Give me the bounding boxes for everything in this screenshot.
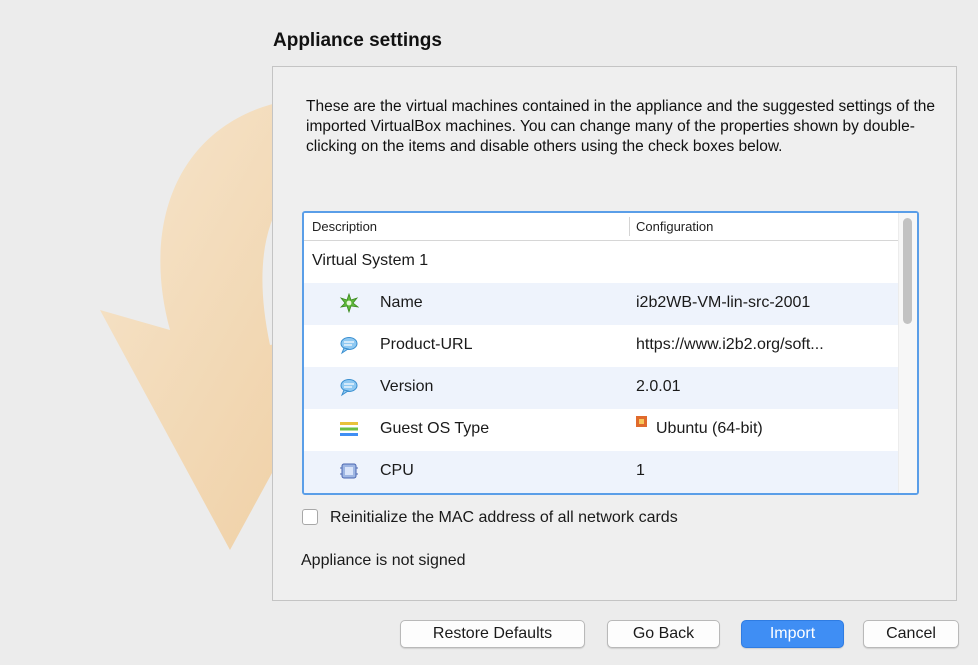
appliance-settings-tree[interactable]: Description Configuration Virtual System… [302,211,919,495]
row-value: https://www.i2b2.org/soft... [636,336,824,353]
row-label: Product-URL [380,336,473,353]
row-value: Ubuntu (64-bit) [656,420,763,437]
restore-defaults-button[interactable]: Restore Defaults [400,620,585,648]
cancel-button[interactable]: Cancel [863,620,959,648]
tree-row-version[interactable]: Version 2.0.01 [304,367,899,409]
row-label: Guest OS Type [380,420,490,437]
row-label: Name [380,294,423,311]
go-back-button[interactable]: Go Back [607,620,720,648]
reinitialize-mac-label[interactable]: Reinitialize the MAC address of all netw… [330,509,678,527]
row-value: 1 [636,462,645,479]
speech-bubble-icon [340,379,358,397]
column-header-configuration[interactable]: Configuration [636,219,713,234]
reinitialize-mac-checkbox[interactable] [302,509,318,525]
description-text: These are the virtual machines contained… [306,98,936,155]
row-label: CPU [380,462,414,479]
tree-row-guest-os-type[interactable]: Guest OS Type Ubuntu (64-bit) [304,409,899,451]
row-value: i2b2WB-VM-lin-src-2001 [636,294,811,311]
ubuntu-icon [636,416,647,427]
tree-header: Description Configuration [304,213,917,241]
page-title: Appliance settings [273,30,442,51]
tree-row-product-url[interactable]: Product-URL https://www.i2b2.org/soft... [304,325,899,367]
column-header-description[interactable]: Description [312,219,377,234]
tree-row-virtual-system[interactable]: Virtual System 1 [304,241,899,283]
tree-row-cpu[interactable]: CPU 1 [304,451,899,493]
column-divider [629,217,630,236]
row-label: Virtual System 1 [312,252,429,269]
row-value: 2.0.01 [636,378,681,395]
os-type-icon [340,422,358,436]
name-icon [339,293,359,313]
cpu-icon [340,463,358,479]
speech-bubble-icon [340,337,358,355]
scrollbar-thumb[interactable] [903,218,912,324]
row-label: Version [380,378,434,395]
tree-rows: Virtual System 1 Name i2b2WB-VM-lin-src-… [304,241,899,493]
signature-status: Appliance is not signed [301,552,466,569]
tree-scrollbar[interactable] [898,213,917,493]
import-button[interactable]: Import [741,620,844,648]
tree-row-name[interactable]: Name i2b2WB-VM-lin-src-2001 [304,283,899,325]
